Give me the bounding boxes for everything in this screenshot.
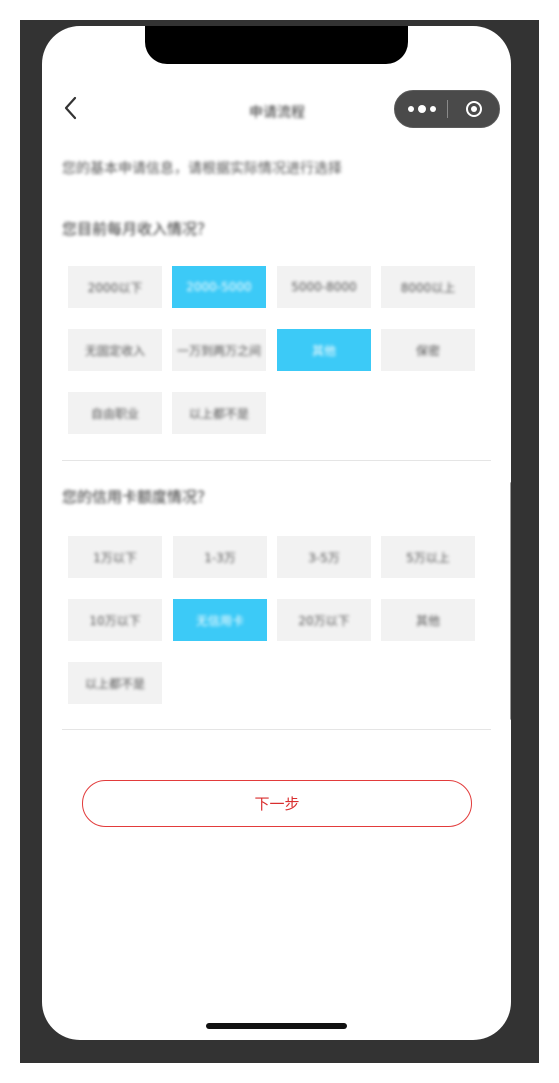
q1-option-label: 以上都不是 [188,406,249,421]
section-divider [62,460,491,461]
q2-option[interactable]: 无信用卡 [173,599,267,641]
home-indicator [206,1023,347,1029]
q2-option-label: 20万以下 [298,613,350,628]
next-step-button[interactable]: 下一步 [82,780,472,827]
q2-option-label: 3-5万 [308,550,340,565]
device-frame: 申请流程 您的基本申请信息，请根据实际情况进行选择 您目前每月收入情况？ 200… [20,20,539,1063]
close-mini-program-button[interactable] [448,91,500,127]
q1-option-label: 其他 [311,343,336,358]
q1-option[interactable]: 8000以上 [381,266,475,308]
section-divider [62,729,491,730]
q2-option[interactable]: 3-5万 [277,536,371,578]
q1-option[interactable]: 自由职业 [68,392,162,434]
q1-option[interactable]: 5000-8000 [277,266,371,308]
q1-option-label: 保密 [415,343,440,358]
q1-option[interactable]: 其他 [277,329,371,371]
q1-option[interactable]: 无固定收入 [68,329,162,371]
q2-option-label: 1-3万 [204,550,236,565]
q1-option-label: 2000-5000 [186,280,252,294]
q2-option[interactable]: 其他 [381,599,475,641]
q1-option-label: 无固定收入 [84,343,145,358]
scrollbar[interactable] [510,482,511,720]
more-dots-icon-mid [417,105,426,113]
q1-option[interactable]: 2000-5000 [172,266,266,308]
q1-option-label: 8000以上 [400,280,456,295]
more-dots-icon [407,106,414,112]
q2-option-label: 10万以下 [89,613,141,628]
page-title: 申请流程 [249,105,305,121]
q2-option[interactable]: 1万以下 [68,536,162,578]
q2-option[interactable]: 20万以下 [277,599,371,641]
intro-text: 您的基本申请信息，请根据实际情况进行选择 [62,161,342,177]
chevron-left-icon [64,96,77,120]
back-button[interactable] [62,96,82,120]
q1-option[interactable]: 2000以下 [68,266,162,308]
mini-program-capsule [394,90,500,128]
q2-option-label: 其他 [415,613,440,628]
q2-option[interactable]: 5万以上 [381,536,475,578]
q1-option-label: 5000-8000 [291,280,357,294]
q1-option-label: 一万到两万之间 [176,343,261,358]
device-notch [145,26,408,64]
q1-option-label: 自由职业 [90,406,139,421]
q2-option[interactable]: 1-3万 [173,536,267,578]
q2-option[interactable]: 10万以下 [68,599,162,641]
q2-option-label: 无信用卡 [195,613,244,628]
target-close-icon [466,101,482,117]
q2-option-label: 5万以上 [406,550,450,565]
q1-option[interactable]: 一万到两万之间 [172,329,266,371]
question-2-title: 您的信用卡额度情况？ [62,488,213,506]
question-1-title: 您目前每月收入情况？ [62,220,213,238]
q1-option[interactable]: 保密 [381,329,475,371]
more-dots-icon-end [429,106,436,112]
q2-option-label: 以上都不是 [84,676,145,691]
q1-option[interactable]: 以上都不是 [172,392,266,434]
q2-option-label: 1万以下 [93,550,137,565]
q2-option[interactable]: 以上都不是 [68,662,162,704]
q1-option-label: 2000以下 [87,280,143,295]
more-button[interactable] [395,91,448,127]
phone-screen: 申请流程 您的基本申请信息，请根据实际情况进行选择 您目前每月收入情况？ 200… [42,26,511,1040]
